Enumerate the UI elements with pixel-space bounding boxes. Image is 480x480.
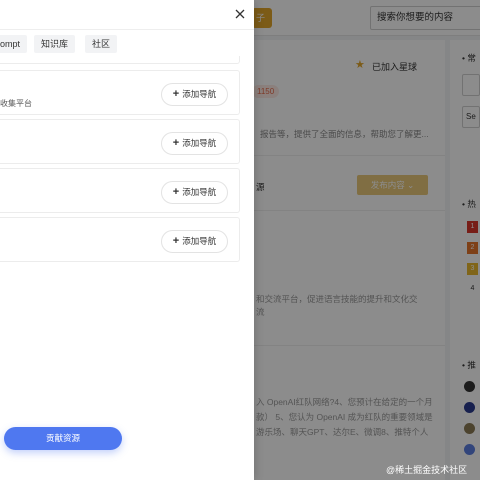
list-item <box>0 56 240 64</box>
navigation-drawer: ompt 知识库 社区 收集平台 + 添加导航 + 添加导航 + 添加导航 + 添加导航… <box>0 0 254 480</box>
add-navigation-button[interactable]: + 添加导航 <box>161 181 228 204</box>
plus-icon: + <box>172 235 180 247</box>
contribute-resource-button[interactable]: 贡献资源 <box>4 427 122 450</box>
divider <box>0 29 254 30</box>
plus-icon: + <box>172 88 180 100</box>
list-item: + 添加导航 <box>0 168 240 213</box>
item-description: 收集平台 <box>0 99 32 108</box>
close-icon[interactable] <box>232 6 248 22</box>
add-navigation-button[interactable]: + 添加导航 <box>161 230 228 253</box>
list-item: 收集平台 + 添加导航 <box>0 70 240 115</box>
plus-icon: + <box>172 137 180 149</box>
list-item: + 添加导航 <box>0 217 240 262</box>
tab-community[interactable]: 社区 <box>85 35 118 53</box>
add-navigation-button[interactable]: + 添加导航 <box>161 132 228 155</box>
footer-watermark: @稀土掘金技术社区 <box>386 465 468 475</box>
plus-icon: + <box>172 186 180 198</box>
tab-knowledge-base[interactable]: 知识库 <box>34 35 76 53</box>
add-navigation-button[interactable]: + 添加导航 <box>161 83 228 106</box>
list-item: + 添加导航 <box>0 119 240 164</box>
tab-prompt[interactable]: ompt <box>0 35 28 53</box>
